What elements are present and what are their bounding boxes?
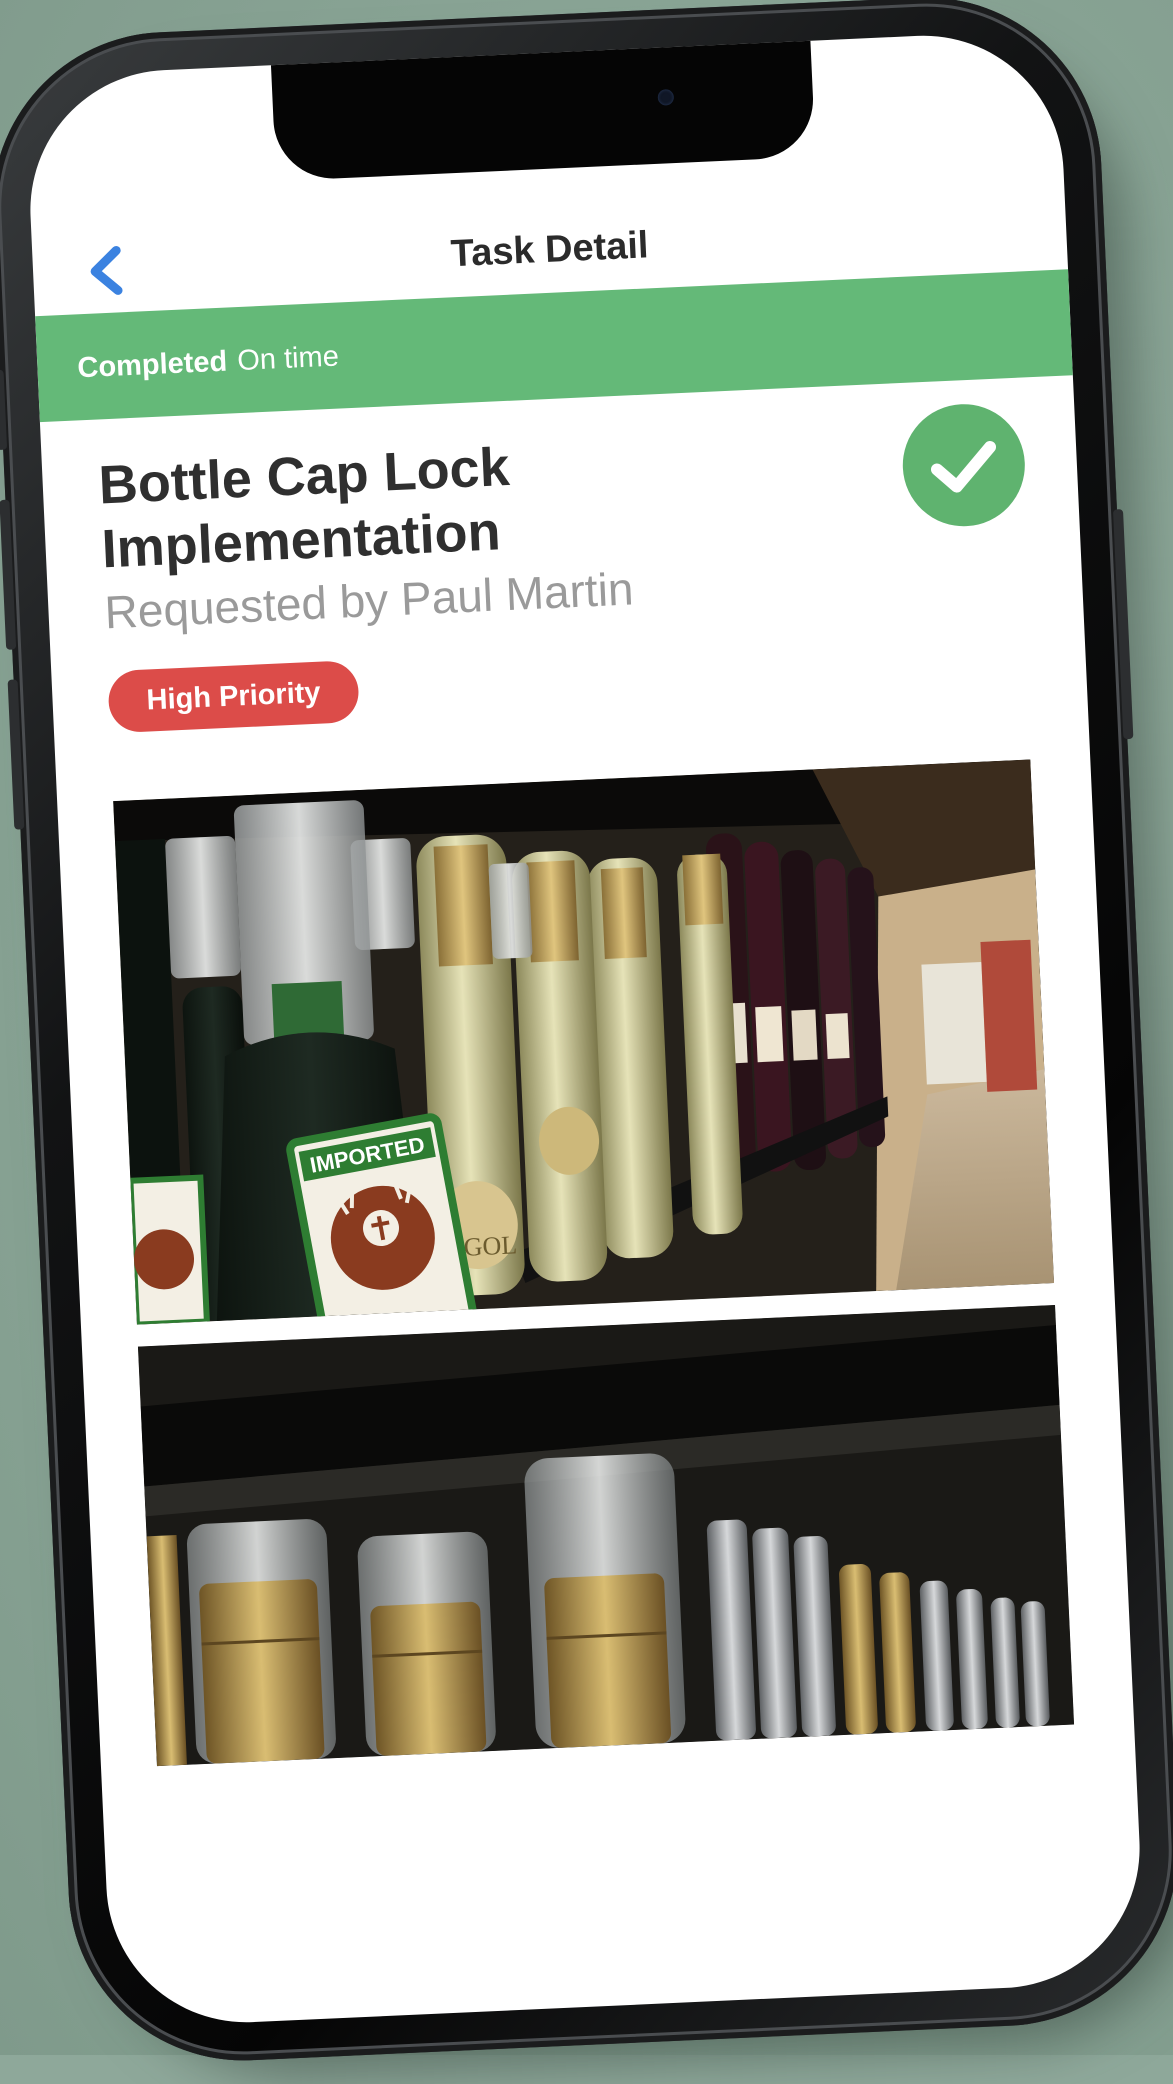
check-circle-icon [900,401,1028,529]
silent-switch [0,369,8,451]
front-camera [657,89,675,106]
task-photo-1[interactable]: GOL IMPORTED [113,759,1055,1325]
notch [270,38,816,182]
task-title: Bottle Cap Lock Implementation [97,436,511,580]
app-screen: Task Detail Completed On time Bottle Cap… [24,29,1146,2029]
status-completed-label: Completed [76,345,228,385]
svg-text:GOL: GOL [463,1230,518,1261]
task-photo-2[interactable] [137,1304,1075,1767]
phone-frame: Task Detail Completed On time Bottle Cap… [0,0,1173,2069]
priority-badge: High Priority [107,659,360,734]
status-timeliness-label: On time [236,340,340,378]
